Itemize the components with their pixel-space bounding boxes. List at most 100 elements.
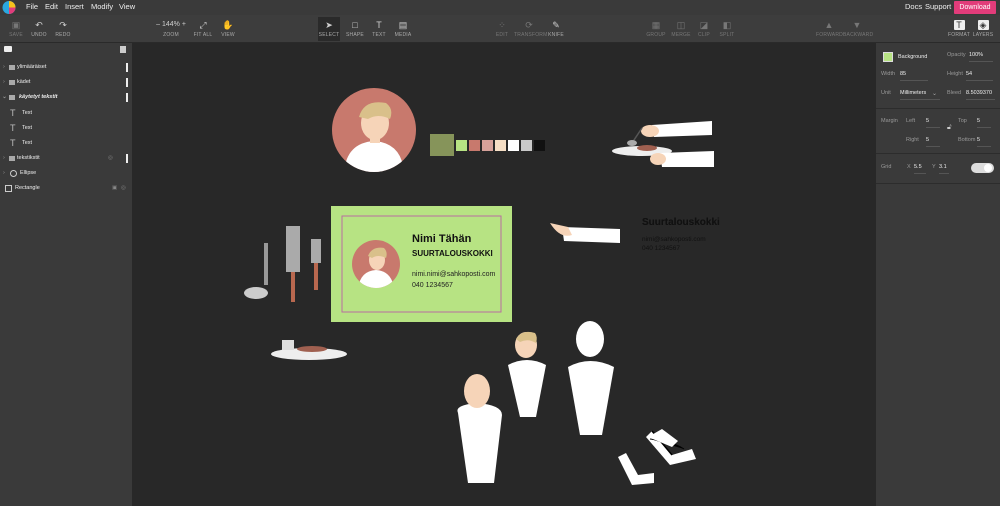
layer-rectangle[interactable]: Rectangle ▣ ◎ (0, 181, 132, 196)
layer-ellipse[interactable]: › Ellipse (0, 166, 132, 181)
clip-button[interactable]: ◪ CLIP (696, 17, 712, 41)
margin-bottom-input[interactable]: 5 (977, 137, 991, 147)
grid-x-input[interactable]: 5.5 (914, 164, 926, 174)
business-card[interactable] (331, 206, 512, 322)
layer-text[interactable]: T Text (0, 121, 132, 136)
trash-icon[interactable] (120, 46, 126, 53)
eye-off-icon[interactable]: ◎ (121, 181, 126, 196)
folder-icon[interactable] (4, 46, 12, 52)
margin-right-label: Right (906, 137, 919, 143)
eye-off-icon[interactable]: ◎ (108, 151, 113, 166)
loose-title-text[interactable]: Suurtalouskokki (642, 217, 720, 228)
format-panel: Background Opacity 100% Width 85 Height … (876, 43, 1000, 506)
menu-view[interactable]: View (119, 2, 135, 11)
view-button[interactable]: ✋ VIEW (217, 17, 239, 41)
support-link[interactable]: Support (925, 2, 951, 11)
group-button[interactable]: ▦ GROUP (646, 17, 666, 41)
layers-tab[interactable]: ◈ LAYERS (972, 17, 994, 41)
lock-icon[interactable]: 🔓︎ (947, 124, 952, 132)
media-tool[interactable]: ▤ MEDIA (392, 17, 414, 41)
margin-right-input[interactable]: 5 (926, 137, 940, 147)
margin-top-input[interactable]: 5 (977, 118, 991, 128)
spatula-utensil[interactable] (286, 226, 300, 302)
forward-button[interactable]: ▲ FORWARD (816, 17, 843, 41)
redo-icon: ↷ (59, 20, 67, 30)
layer-group[interactable]: › ylimääräiset (0, 60, 132, 75)
text-tool[interactable]: T TEXT (370, 17, 388, 41)
turner-utensil[interactable] (311, 239, 321, 290)
merge-button[interactable]: ◫ MERGE (670, 17, 692, 41)
zoom-control[interactable]: – 144% + ZOOM (150, 17, 192, 41)
menu-bar: File Edit Insert Modify View Docs Suppor… (0, 0, 1000, 15)
loose-phone-text[interactable]: 040 1234567 (642, 245, 680, 252)
download-button[interactable]: Download (954, 1, 996, 14)
card-title[interactable]: SUURTALOUSKOKKI (412, 249, 493, 258)
backward-button[interactable]: ▼ BACKWARD (843, 17, 873, 41)
chef-figure-small[interactable] (508, 331, 546, 417)
chef-figure-bald[interactable] (457, 374, 502, 483)
chef-figure-outline[interactable] (568, 321, 614, 435)
text-icon: T (376, 20, 382, 30)
height-input[interactable]: 54 (966, 71, 993, 81)
send-backward-icon: ▼ (852, 20, 862, 30)
lock-icon[interactable]: ▣ (112, 181, 117, 196)
bleed-input[interactable]: 8.5039370 (966, 90, 995, 100)
knife-button[interactable]: ✎ KNIFE (547, 17, 565, 41)
chef-portrait[interactable] (332, 88, 416, 173)
background-color-swatch[interactable] (883, 52, 893, 62)
width-input[interactable]: 85 (900, 71, 928, 81)
fit-all-button[interactable]: ⤢ FIT ALL (193, 17, 213, 41)
design-canvas[interactable]: Nimi Tähän SUURTALOUSKOKKI nimi.nimi@sah… (132, 43, 876, 506)
app-logo-icon[interactable] (1, 0, 17, 15)
menu-edit[interactable]: Edit (45, 2, 58, 11)
color-swatches[interactable] (430, 134, 545, 156)
select-tool[interactable]: ➤ SELECT (318, 17, 340, 41)
background-label: Background (898, 54, 928, 60)
shape-tool[interactable]: □ SHAPE (343, 17, 367, 41)
grid-y-input[interactable]: 3.1 (939, 164, 949, 174)
chevron-right-icon: › (3, 170, 5, 176)
toolbar: ▣ SAVE ↶ UNDO ↷ REDO – 144% + ZOOM ⤢ FIT ALL … (0, 15, 1000, 43)
hand-icon: ✋ (222, 20, 234, 30)
bleed-label: Bleed (947, 90, 962, 96)
format-tab[interactable]: T FORMAT (948, 17, 970, 41)
layer-text[interactable]: T Text (0, 136, 132, 151)
grid-label: Grid (881, 164, 892, 170)
arm-reaching[interactable] (550, 223, 620, 243)
grid-toggle[interactable] (971, 163, 994, 173)
save-button[interactable]: ▣ SAVE (6, 17, 26, 41)
arm-pieces[interactable] (618, 429, 696, 485)
card-email[interactable]: nimi.nimi@sahkoposti.com (412, 271, 495, 278)
margin-left-label: Left (906, 118, 916, 124)
margin-left-input[interactable]: 5 (926, 118, 940, 128)
layer-group[interactable]: › kädet (0, 75, 132, 90)
menu-file[interactable]: File (26, 2, 38, 11)
opacity-input[interactable]: 100% (969, 52, 993, 62)
arm-with-plate[interactable] (650, 151, 714, 167)
transform-button[interactable]: ⟳ TRANSFORM (514, 17, 547, 41)
undo-button[interactable]: ↶ UNDO (29, 17, 49, 41)
text-icon: T (10, 123, 16, 133)
card-name[interactable]: Nimi Tähän (412, 233, 471, 245)
split-button[interactable]: ◧ SPLIT (717, 17, 737, 41)
loose-email-text[interactable]: nimi@sahkoposti.com (642, 236, 706, 243)
arm-with-ladle[interactable] (627, 121, 712, 146)
layer-group[interactable]: › tekstikstit ◎ (0, 151, 132, 166)
group-icon: ▦ (651, 20, 661, 30)
redo-button[interactable]: ↷ REDO (52, 17, 74, 41)
menu-insert[interactable]: Insert (65, 2, 84, 11)
card-phone[interactable]: 040 1234567 (412, 282, 453, 289)
chevron-right-icon: › (3, 79, 5, 85)
ladle-utensil[interactable] (244, 243, 268, 299)
zoom-in-icon[interactable]: + (182, 21, 186, 28)
plate-dish-left[interactable] (271, 340, 347, 360)
layer-text[interactable]: T Text (0, 106, 132, 121)
ellipse-icon (10, 170, 17, 177)
split-icon: ◧ (722, 20, 732, 30)
layer-group-open[interactable]: ⌄ käytetyt tekstit (0, 90, 132, 105)
edit-button[interactable]: ⁘ EDIT (494, 17, 510, 41)
folder-icon (9, 65, 15, 70)
zoom-out-icon[interactable]: – (156, 21, 160, 28)
docs-link[interactable]: Docs (905, 2, 922, 11)
menu-modify[interactable]: Modify (91, 2, 113, 11)
